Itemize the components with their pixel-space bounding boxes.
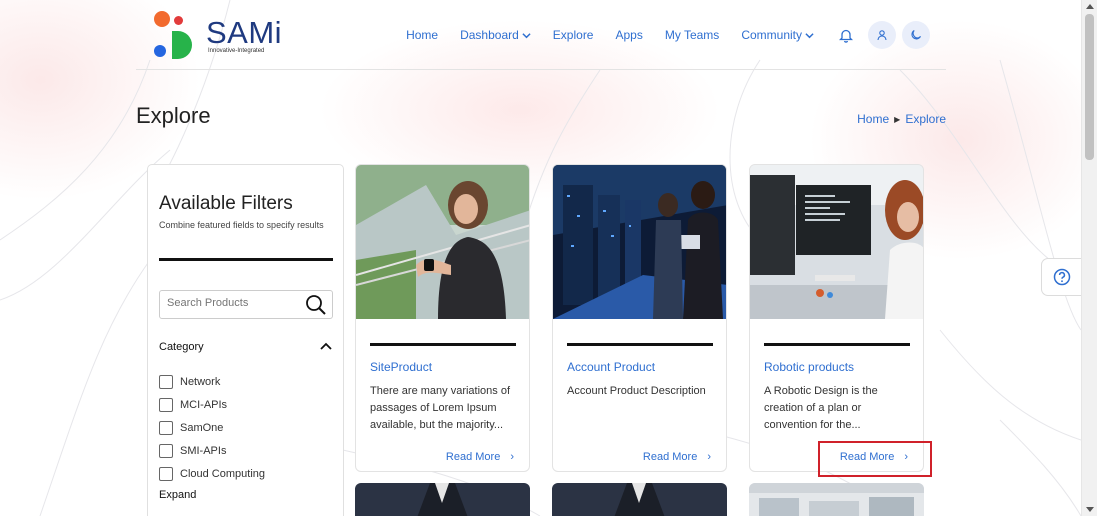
- vertical-scrollbar[interactable]: [1081, 0, 1097, 516]
- logo-name: SAMi: [206, 15, 283, 50]
- nav-home[interactable]: Home: [406, 28, 438, 42]
- product-card-account-product: Account Product Account Product Descript…: [552, 164, 727, 472]
- card-title[interactable]: SiteProduct: [370, 360, 432, 374]
- card-divider: [567, 343, 713, 346]
- filters-title: Available Filters: [159, 193, 293, 214]
- product-card-robotic-products: Robotic products A Robotic Design is the…: [749, 164, 924, 472]
- nav-dashboard-label: Dashboard: [460, 28, 519, 42]
- scroll-up-icon[interactable]: [1086, 4, 1094, 9]
- category-label: Network: [180, 375, 221, 388]
- main-nav: Home Dashboard Explore Apps My Teams Com…: [406, 0, 946, 70]
- card-description: Account Product Description: [567, 385, 706, 397]
- user-profile-button[interactable]: [868, 21, 896, 49]
- product-image-office-monitors: [750, 165, 923, 319]
- read-more-button[interactable]: Read More ›: [446, 451, 514, 463]
- page: SAMi Innovative-Integrated Home Dashboar…: [0, 0, 1081, 516]
- logo-tagline: Innovative-Integrated: [208, 48, 265, 54]
- breadcrumb-explore[interactable]: Explore: [905, 112, 946, 126]
- chevron-right-icon: ›: [707, 451, 711, 463]
- filters-subtitle: Combine featured fields to specify resul…: [159, 220, 324, 230]
- category-label: MCI-APIs: [180, 398, 228, 411]
- category-label: SamOne: [180, 421, 224, 434]
- category-label: SMI-APIs: [180, 444, 227, 457]
- card-divider: [764, 343, 910, 346]
- nav-explore-label: Explore: [552, 28, 594, 42]
- nav-community[interactable]: Community: [741, 28, 814, 42]
- checkbox[interactable]: [159, 466, 173, 481]
- logo-green-shape: [172, 31, 192, 59]
- product-card-preview[interactable]: [749, 483, 924, 516]
- nav-my-teams[interactable]: My Teams: [665, 28, 719, 42]
- top-header: SAMi Innovative-Integrated Home Dashboar…: [136, 0, 946, 70]
- card-title[interactable]: Robotic products: [764, 360, 854, 374]
- checkbox[interactable]: [159, 420, 173, 435]
- card-title[interactable]: Account Product: [567, 360, 655, 374]
- chevron-down-icon: [522, 32, 531, 38]
- read-more-label: Read More: [445, 451, 501, 463]
- nav-explore[interactable]: Explore: [553, 28, 594, 42]
- chevron-right-icon: ›: [510, 451, 514, 463]
- filters-divider: [159, 258, 333, 261]
- checkbox[interactable]: [159, 374, 173, 389]
- category-item-mci-apis[interactable]: MCI-APIs: [159, 393, 265, 416]
- logo-red-dot: [174, 16, 183, 25]
- category-item-smi-apis[interactable]: SMI-APIs: [159, 439, 265, 462]
- nav-apps[interactable]: Apps: [615, 28, 642, 42]
- product-card-siteproduct: SiteProduct There are many variations of…: [355, 164, 530, 472]
- chevron-up-icon[interactable]: [319, 339, 333, 353]
- read-more-label: Read More: [642, 451, 698, 463]
- highlight-box: [818, 441, 932, 477]
- nav-dashboard[interactable]: Dashboard: [460, 28, 531, 42]
- help-button[interactable]: [1041, 258, 1081, 296]
- search-box: [159, 290, 333, 319]
- chevron-down-icon: [805, 32, 814, 38]
- read-more-button[interactable]: Read More ›: [643, 451, 711, 463]
- theme-toggle-button[interactable]: [902, 21, 930, 49]
- user-icon: [877, 30, 887, 41]
- category-item-samone[interactable]: SamOne: [159, 416, 265, 439]
- breadcrumb: Home ▶ Explore: [857, 112, 946, 126]
- brand-logo[interactable]: SAMi Innovative-Integrated: [152, 11, 282, 59]
- breadcrumb-home[interactable]: Home: [857, 112, 889, 126]
- card-divider: [370, 343, 516, 346]
- nav-community-label: Community: [741, 28, 802, 42]
- filters-panel: Available Filters Combine featured field…: [147, 164, 344, 516]
- logo-blue-dot: [154, 45, 166, 57]
- card-description: A Robotic Design is the creation of a pl…: [764, 385, 878, 431]
- scroll-down-icon[interactable]: [1086, 507, 1094, 512]
- nav-apps-label: Apps: [615, 28, 643, 42]
- scrollbar-thumb[interactable]: [1085, 14, 1094, 160]
- product-image-server-room: [553, 165, 726, 319]
- search-input[interactable]: [167, 297, 302, 309]
- checkbox[interactable]: [159, 443, 173, 458]
- card-description: There are many variations of passages of…: [370, 385, 511, 431]
- category-heading: Category: [159, 341, 204, 353]
- product-image-woman-smartwatch: [356, 165, 529, 319]
- checkbox[interactable]: [159, 397, 173, 412]
- nav-my-teams-label: My Teams: [664, 28, 720, 42]
- category-item-network[interactable]: Network: [159, 370, 265, 393]
- nav-home-label: Home: [406, 28, 439, 42]
- notifications-button[interactable]: [836, 25, 856, 45]
- page-title: Explore: [136, 103, 211, 128]
- category-label: Cloud Computing: [180, 467, 265, 480]
- category-item-cloud-computing[interactable]: Cloud Computing: [159, 462, 265, 485]
- logo-orange-dot: [154, 11, 170, 27]
- category-list: Network MCI-APIs SamOne SMI-APIs Cloud C…: [159, 370, 265, 485]
- search-icon[interactable]: [305, 294, 327, 316]
- product-card-preview[interactable]: [552, 483, 727, 516]
- help-icon: [1053, 268, 1070, 286]
- moon-icon: [911, 30, 921, 40]
- breadcrumb-separator-icon: ▶: [894, 114, 901, 124]
- expand-link[interactable]: Expand: [159, 489, 196, 501]
- product-card-preview[interactable]: [355, 483, 530, 516]
- bell-icon: [839, 29, 853, 43]
